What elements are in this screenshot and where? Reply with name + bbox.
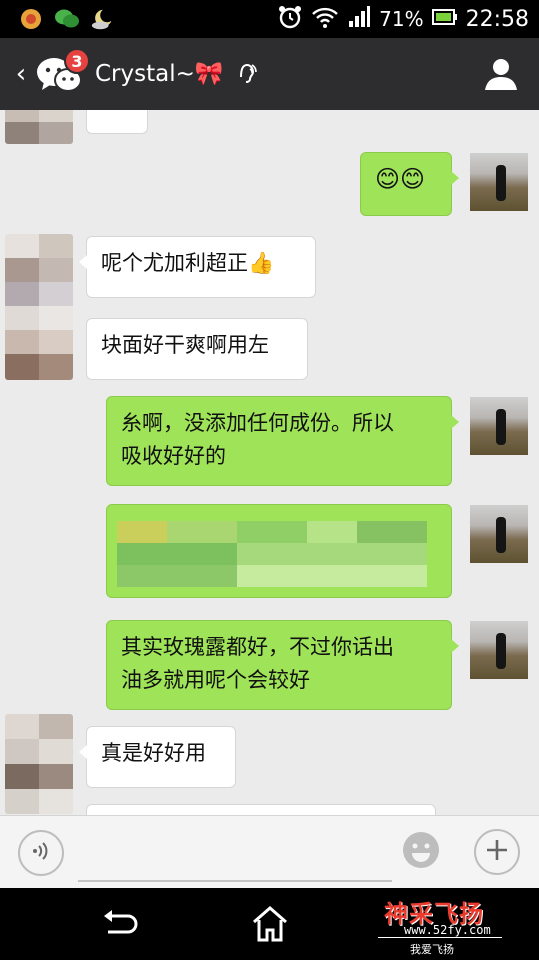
nav-back-button[interactable] bbox=[98, 906, 142, 942]
incoming-message-partial[interactable] bbox=[86, 804, 436, 815]
chat-title[interactable]: Crystal~🎀 bbox=[95, 60, 259, 89]
outgoing-message[interactable]: 😊😊 bbox=[360, 152, 459, 216]
watermark-subtitle: 我爱飞扬 bbox=[410, 943, 454, 956]
watermark-url: www.52fy.com bbox=[404, 923, 491, 937]
contact-avatar[interactable] bbox=[5, 234, 73, 380]
self-avatar[interactable] bbox=[470, 153, 528, 211]
chat-profile-button[interactable] bbox=[481, 54, 521, 94]
outgoing-message-blurred[interactable] bbox=[106, 504, 452, 598]
message-text: 真是好好用 bbox=[101, 741, 206, 765]
contact-avatar[interactable] bbox=[5, 110, 73, 144]
wifi-icon bbox=[311, 5, 339, 33]
self-avatar[interactable] bbox=[470, 505, 528, 563]
nav-home-button[interactable] bbox=[248, 904, 292, 944]
emoji-button[interactable] bbox=[400, 829, 442, 871]
message-text-line: 吸收好好的 bbox=[121, 444, 226, 468]
notification-icons bbox=[18, 6, 116, 32]
chat-header: ‹ 3 Crystal~🎀 bbox=[0, 38, 539, 110]
home-icon bbox=[248, 906, 292, 948]
blurred-content bbox=[117, 521, 427, 587]
chat-title-text: Crystal~🎀 bbox=[95, 61, 224, 87]
incoming-message[interactable] bbox=[86, 110, 148, 134]
message-input[interactable] bbox=[78, 830, 392, 882]
wechat-notification-icon bbox=[54, 6, 80, 32]
message-text: 呢个尤加利超正👍 bbox=[101, 251, 275, 275]
app-notification-icon bbox=[18, 6, 44, 32]
message-text: 😊😊 bbox=[375, 165, 426, 193]
voice-input-button[interactable] bbox=[18, 830, 64, 876]
self-avatar[interactable] bbox=[470, 397, 528, 455]
alarm-icon bbox=[277, 4, 303, 34]
moon-weather-icon bbox=[90, 6, 116, 32]
back-button[interactable]: ‹ bbox=[10, 54, 32, 94]
contact-avatar[interactable] bbox=[5, 714, 73, 814]
unread-badge: 3 bbox=[64, 48, 90, 74]
plus-icon bbox=[484, 837, 510, 867]
message-list[interactable]: 😊😊 呢个尤加利超正👍 块面好干爽啊用左 糸啊，没添加任何成份。所以 吸收好好的 bbox=[0, 110, 539, 815]
clock: 22:58 bbox=[465, 6, 529, 32]
outgoing-message[interactable]: 其实玫瑰露都好，不过你话出 油多就用呢个会较好 bbox=[106, 620, 459, 710]
system-nav-bar: 神采飞扬 www.52fy.com 我爱飞扬 bbox=[0, 888, 539, 960]
voice-icon bbox=[29, 839, 53, 867]
watermark-divider bbox=[378, 937, 502, 938]
battery-percent: 71% bbox=[379, 7, 424, 31]
system-status: 71% 22:58 bbox=[277, 4, 529, 34]
self-avatar[interactable] bbox=[470, 621, 528, 679]
message-text-line: 糸啊，没添加任何成份。所以 bbox=[121, 411, 394, 435]
site-watermark: 神采飞扬 www.52fy.com 我爱飞扬 bbox=[378, 892, 508, 956]
outgoing-message[interactable]: 糸啊，没添加任何成份。所以 吸收好好的 bbox=[106, 396, 459, 486]
incoming-message[interactable]: 真是好好用 bbox=[79, 726, 236, 788]
smiley-icon bbox=[400, 832, 442, 875]
incoming-message[interactable]: 呢个尤加利超正👍 bbox=[79, 236, 316, 298]
status-bar: 71% 22:58 bbox=[0, 0, 539, 38]
earpiece-mode-icon bbox=[237, 61, 259, 89]
message-text-line: 其实玫瑰露都好，不过你话出 bbox=[121, 635, 394, 659]
back-arrow-icon bbox=[98, 910, 142, 946]
battery-icon bbox=[431, 8, 458, 30]
message-text: 块面好干爽啊用左 bbox=[101, 333, 269, 357]
more-options-button[interactable] bbox=[474, 829, 520, 875]
message-text-line: 油多就用呢个会较好 bbox=[121, 668, 310, 692]
incoming-message[interactable]: 块面好干爽啊用左 bbox=[86, 318, 308, 380]
input-bar bbox=[0, 815, 539, 888]
signal-icon bbox=[347, 5, 371, 33]
